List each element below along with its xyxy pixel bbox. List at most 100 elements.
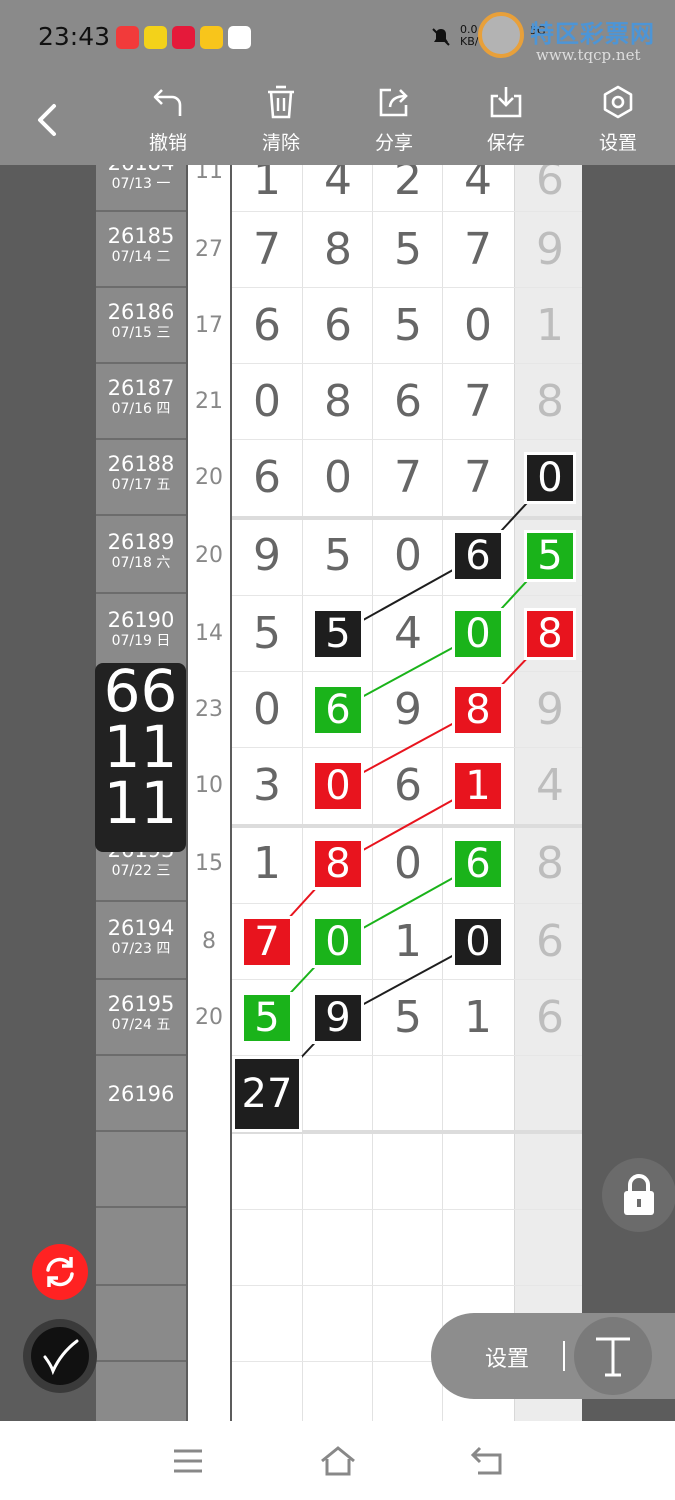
highlighted-digit: 0 [452,608,504,660]
settings-button[interactable]: 设置 [578,84,658,162]
sum-value: 20 [195,543,223,568]
home-icon[interactable] [319,1445,357,1477]
issue-number: 26194 [107,916,175,940]
text-icon [596,1337,630,1377]
app-notification-icon [200,26,223,49]
back-arrow-icon[interactable] [28,100,68,140]
top-toolbar: 撤销 清除 分享 保存 设置 [0,76,675,165]
digit-cell: 6 [253,300,281,351]
digit-cell: 5 [324,530,352,581]
digit-cell: 5 [253,608,281,659]
highlighted-digit: 27 [232,1056,302,1132]
watermark-text: 特区彩票网 [530,20,655,48]
save-button[interactable]: 保存 [466,84,546,162]
digit-cell: 6 [253,452,281,503]
undo-icon [153,89,182,116]
sum-value: 27 [195,237,223,262]
issue-number: 26196 [107,1082,175,1106]
digit-cell: 9 [253,530,281,581]
undo-button[interactable]: 撤销 [128,84,208,162]
digit-cell: 0 [394,838,422,889]
digit-cell: 2 [394,165,422,205]
highlighted-digit: 6 [312,684,364,736]
highlighted-digit: 0 [312,916,364,968]
digit-cell: 5 [394,300,422,351]
digit-cell: 6 [536,165,564,205]
digit-cell: 6 [324,300,352,351]
sum-value: 8 [202,929,216,954]
digit-cell: 1 [464,992,492,1043]
sum-value: 10 [195,773,223,798]
clear-label: 清除 [261,132,300,154]
save-label: 保存 [486,132,525,154]
sum-value: 20 [195,1005,223,1030]
sum-value: 17 [195,313,223,338]
floating-settings-button[interactable]: 设置 [485,1341,529,1373]
digit-cell: 4 [394,608,422,659]
issue-date: 07/19 日 [111,633,171,649]
digit-cell: 0 [464,300,492,351]
sum-value: 11 [195,165,223,184]
sum-value: 21 [195,389,223,414]
highlighted-digit: 5 [312,608,364,660]
highlighted-digit: 0 [312,760,364,812]
digit-cell: 7 [464,452,492,503]
digit-cell: 0 [324,452,352,503]
floating-bar-divider [563,1341,565,1371]
app-notification-icon [116,26,139,49]
highlighted-digit: 9 [312,992,364,1044]
issue-cell: 26188 07/17 五 [96,440,186,516]
highlighted-digit: 8 [524,608,576,660]
settings-label: 设置 [598,132,637,154]
network-speed: 0.0 KB/ [460,24,478,48]
share-button[interactable]: 分享 [354,84,434,162]
issue-cell: 26189 07/18 六 [96,518,186,594]
digit-cell: 5 [394,992,422,1043]
lock-button[interactable] [602,1158,675,1232]
digit-cell: 7 [464,376,492,427]
sum-value: 23 [195,697,223,722]
text-tool-button[interactable] [574,1317,652,1395]
highlighted-digit: 1 [452,760,504,812]
pen-button[interactable] [23,1319,97,1393]
clear-button[interactable]: 清除 [241,84,321,162]
sum-value: 20 [195,465,223,490]
issue-date: 07/23 四 [111,941,171,957]
back-nav-icon[interactable] [470,1445,504,1477]
digit-cell: 8 [324,224,352,275]
menu-icon[interactable] [172,1447,204,1475]
digit-cell: 0 [253,684,281,735]
digit-cell: 4 [464,165,492,205]
pen-icon [43,1339,79,1376]
issue-date: 07/13 一 [111,176,171,192]
mute-bell-icon [432,28,450,46]
issue-date: 07/14 二 [111,249,171,265]
digit-cell: 6 [536,916,564,967]
digit-cell: 6 [394,376,422,427]
issue-cell: 26186 07/15 三 [96,288,186,364]
highlighted-digit: 7 [241,916,293,968]
issue-cell: 2618407/13 一 [96,165,186,212]
refresh-icon [46,1257,74,1287]
app-notification-icon [172,26,195,49]
issue-date: 07/17 五 [111,477,171,493]
digit-cell: 0 [253,376,281,427]
issue-cell: 26195 07/24 五 [96,980,186,1056]
zoom-line-3: 11 [103,769,178,837]
highlighted-digit: 6 [452,838,504,890]
share-label: 分享 [374,132,413,154]
network-speed-unit: KB/ [460,35,479,48]
digit-cell: 7 [394,452,422,503]
watermark-logo [478,12,524,58]
app-notification-icon [144,26,167,49]
sum-value [188,1056,230,1132]
refresh-button[interactable] [32,1244,88,1300]
empty-issue-cell [96,1210,186,1286]
digit-cell: 0 [394,530,422,581]
empty-issue-cell [96,1286,186,1362]
trash-icon [268,85,294,119]
issue-date: 07/18 六 [111,555,171,571]
issue-cell: 26194 07/23 四 [96,904,186,980]
grid-row-divider [232,1285,582,1286]
pen-button-inner [31,1327,89,1385]
